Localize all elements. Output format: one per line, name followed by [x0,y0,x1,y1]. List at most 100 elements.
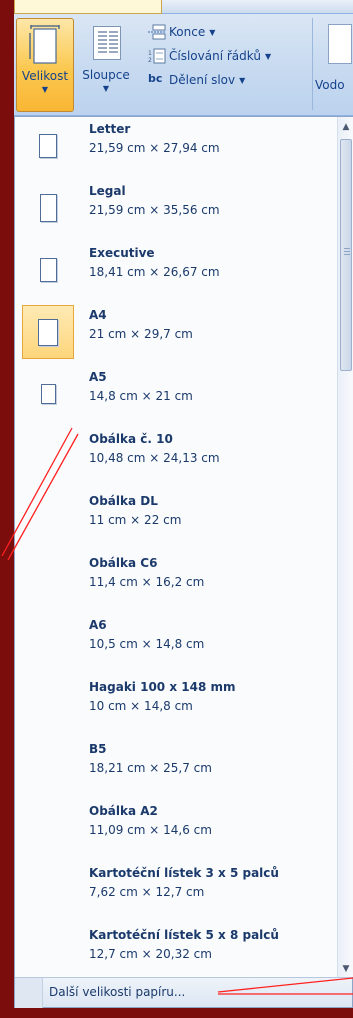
page-size-dimensions: 11 cm × 22 cm [89,513,182,527]
page-size-item[interactable]: Executive 18,41 cm × 26,67 cm [19,243,335,301]
page-preview-icon [22,305,74,359]
page-size-item[interactable]: Kartotéční lístek 5 x 8 palců 12,7 cm × 2… [19,925,335,977]
slide-background-left [0,0,14,1018]
page-size-item[interactable]: Obálka A2 11,09 cm × 14,6 cm [19,801,335,859]
chevron-down-icon: ▼ [264,51,272,61]
page-size-item[interactable]: A6 10,5 cm × 14,8 cm [19,615,335,673]
hyphenation-button[interactable]: bc Dělení slov ▼ [148,70,245,90]
page-size-item[interactable]: A5 14,8 cm × 21 cm [19,367,335,425]
page-size-item[interactable]: Letter 21,59 cm × 27,94 cm [19,119,335,177]
page-size-item[interactable]: Obálka DL 11 cm × 22 cm [19,491,335,549]
page-size-name: B5 [89,742,107,756]
page-preview-icon [22,367,74,421]
page-thumbnail [38,318,58,346]
page-size-item[interactable]: A4 21 cm × 29,7 cm [19,305,335,363]
page-size-dimensions: 18,21 cm × 25,7 cm [89,761,212,775]
breaks-label: Konce [169,25,206,39]
watermark-label: Vodo [315,78,345,92]
chevron-down-icon: ▼ [239,75,246,85]
page-size-dimensions: 7,62 cm × 12,7 cm [89,885,205,899]
page-size-item[interactable]: Legal 21,59 cm × 35,56 cm [19,181,335,239]
breaks-button[interactable]: Konce ▼ [148,22,215,42]
page-size-name: Letter [89,122,131,136]
svg-text:1: 1 [148,50,152,57]
gallery-scrollbar[interactable]: ▲ ▼ [337,117,353,977]
page-size-dimensions: 21,59 cm × 27,94 cm [89,141,220,155]
page-size-name: A6 [89,618,107,632]
more-paper-sizes-button[interactable]: Další velikosti papíru... [15,977,352,1008]
columns-icon [89,24,123,64]
page-size-dropdown: Letter 21,59 cm × 27,94 cm Legal 21,59 cm ×… [14,116,353,1008]
page-preview-icon [22,429,74,483]
scroll-up-icon[interactable]: ▲ [338,119,353,135]
page-size-name: Obálka C6 [89,556,158,570]
page-size-name: Obálka č. 10 [89,432,173,446]
page-size-gallery: Letter 21,59 cm × 27,94 cm Legal 21,59 cm ×… [15,117,337,977]
page-size-item[interactable]: B5 18,21 cm × 25,7 cm [19,739,335,797]
page-size-dimensions: 10,5 cm × 14,8 cm [89,637,205,651]
line-numbers-label: Číslování řádků [169,49,261,63]
page-size-name: Legal [89,184,126,198]
page-size-name: Obálka A2 [89,804,158,818]
chevron-down-icon: ▼ [209,27,216,37]
page-size-dimensions: 12,7 cm × 20,32 cm [89,947,212,961]
scrollbar-thumb[interactable] [340,139,352,371]
page-preview-icon [22,119,74,173]
scroll-down-icon[interactable]: ▼ [338,961,353,977]
page-size-dimensions: 10,48 cm × 24,13 cm [89,451,220,465]
line-numbers-button[interactable]: 1 2 Číslování řádků ▼ [148,46,271,66]
size-button[interactable]: Velikost ▼ [16,18,74,112]
page-size-name: Executive [89,246,155,260]
page-size-dimensions: 21 cm × 29,7 cm [89,327,193,341]
tab-page-layout[interactable] [14,0,162,14]
page-size-icon [28,23,62,65]
watermark-icon [328,24,352,64]
line-numbers-icon: 1 2 [148,48,166,64]
page-preview-icon [22,553,74,607]
page-size-item[interactable]: Obálka č. 10 10,48 cm × 24,13 cm [19,429,335,487]
hyphenation-icon: bc [148,72,166,88]
page-preview-icon [22,863,74,917]
page-preview-icon [22,615,74,669]
page-preview-icon [22,491,74,545]
page-thumbnail [40,384,56,404]
more-paper-sizes-label: Další velikosti papíru... [49,985,186,999]
page-preview-icon [22,243,74,297]
page-preview-icon [22,677,74,731]
page-breaks-icon [148,24,166,40]
chevron-down-icon: ▼ [102,84,110,93]
page-preview-icon [22,181,74,235]
page-size-name: Kartotéční lístek 5 x 8 palců [89,928,279,942]
chevron-down-icon: ▼ [41,85,49,94]
page-size-name: Obálka DL [89,494,158,508]
page-size-name: Kartotéční lístek 3 x 5 palců [89,866,279,880]
page-size-name: A5 [89,370,107,384]
page-size-dimensions: 18,41 cm × 26,67 cm [89,265,220,279]
page-size-name: A4 [89,308,107,322]
page-size-item[interactable]: Kartotéční lístek 3 x 5 palců 7,62 cm × 1… [19,863,335,921]
page-size-dimensions: 21,59 cm × 35,56 cm [89,203,220,217]
page-size-dimensions: 10 cm × 14,8 cm [89,699,193,713]
page-preview-icon [22,801,74,855]
page-size-item[interactable]: Obálka C6 11,4 cm × 16,2 cm [19,553,335,611]
page-size-name: Hagaki 100 x 148 mm [89,680,236,694]
columns-button[interactable]: Sloupce ▼ [76,18,136,112]
columns-button-label: Sloupce [82,68,130,82]
page-size-dimensions: 11,09 cm × 14,6 cm [89,823,212,837]
grip-icon [344,248,350,256]
ribbon-tab-strip [14,0,353,14]
page-preview-icon [22,739,74,793]
page-thumbnail [39,134,57,158]
page-thumbnail [39,258,57,282]
page-thumbnail [39,194,57,222]
page-size-dimensions: 11,4 cm × 16,2 cm [89,575,205,589]
page-size-dimensions: 14,8 cm × 21 cm [89,389,193,403]
ribbon-page-layout: Velikost ▼ Sloupce ▼ Konce ▼ 1 2 Číslová… [14,0,353,116]
menu-icon-column [15,978,43,1008]
page-preview-icon [22,925,74,977]
hyphenation-label: Dělení slov [169,73,236,87]
watermark-button[interactable]: Vodo [314,18,353,112]
page-size-item[interactable]: Hagaki 100 x 148 mm 10 cm × 14,8 cm [19,677,335,735]
size-button-label: Velikost [21,69,69,83]
ribbon-group-separator [312,18,313,110]
